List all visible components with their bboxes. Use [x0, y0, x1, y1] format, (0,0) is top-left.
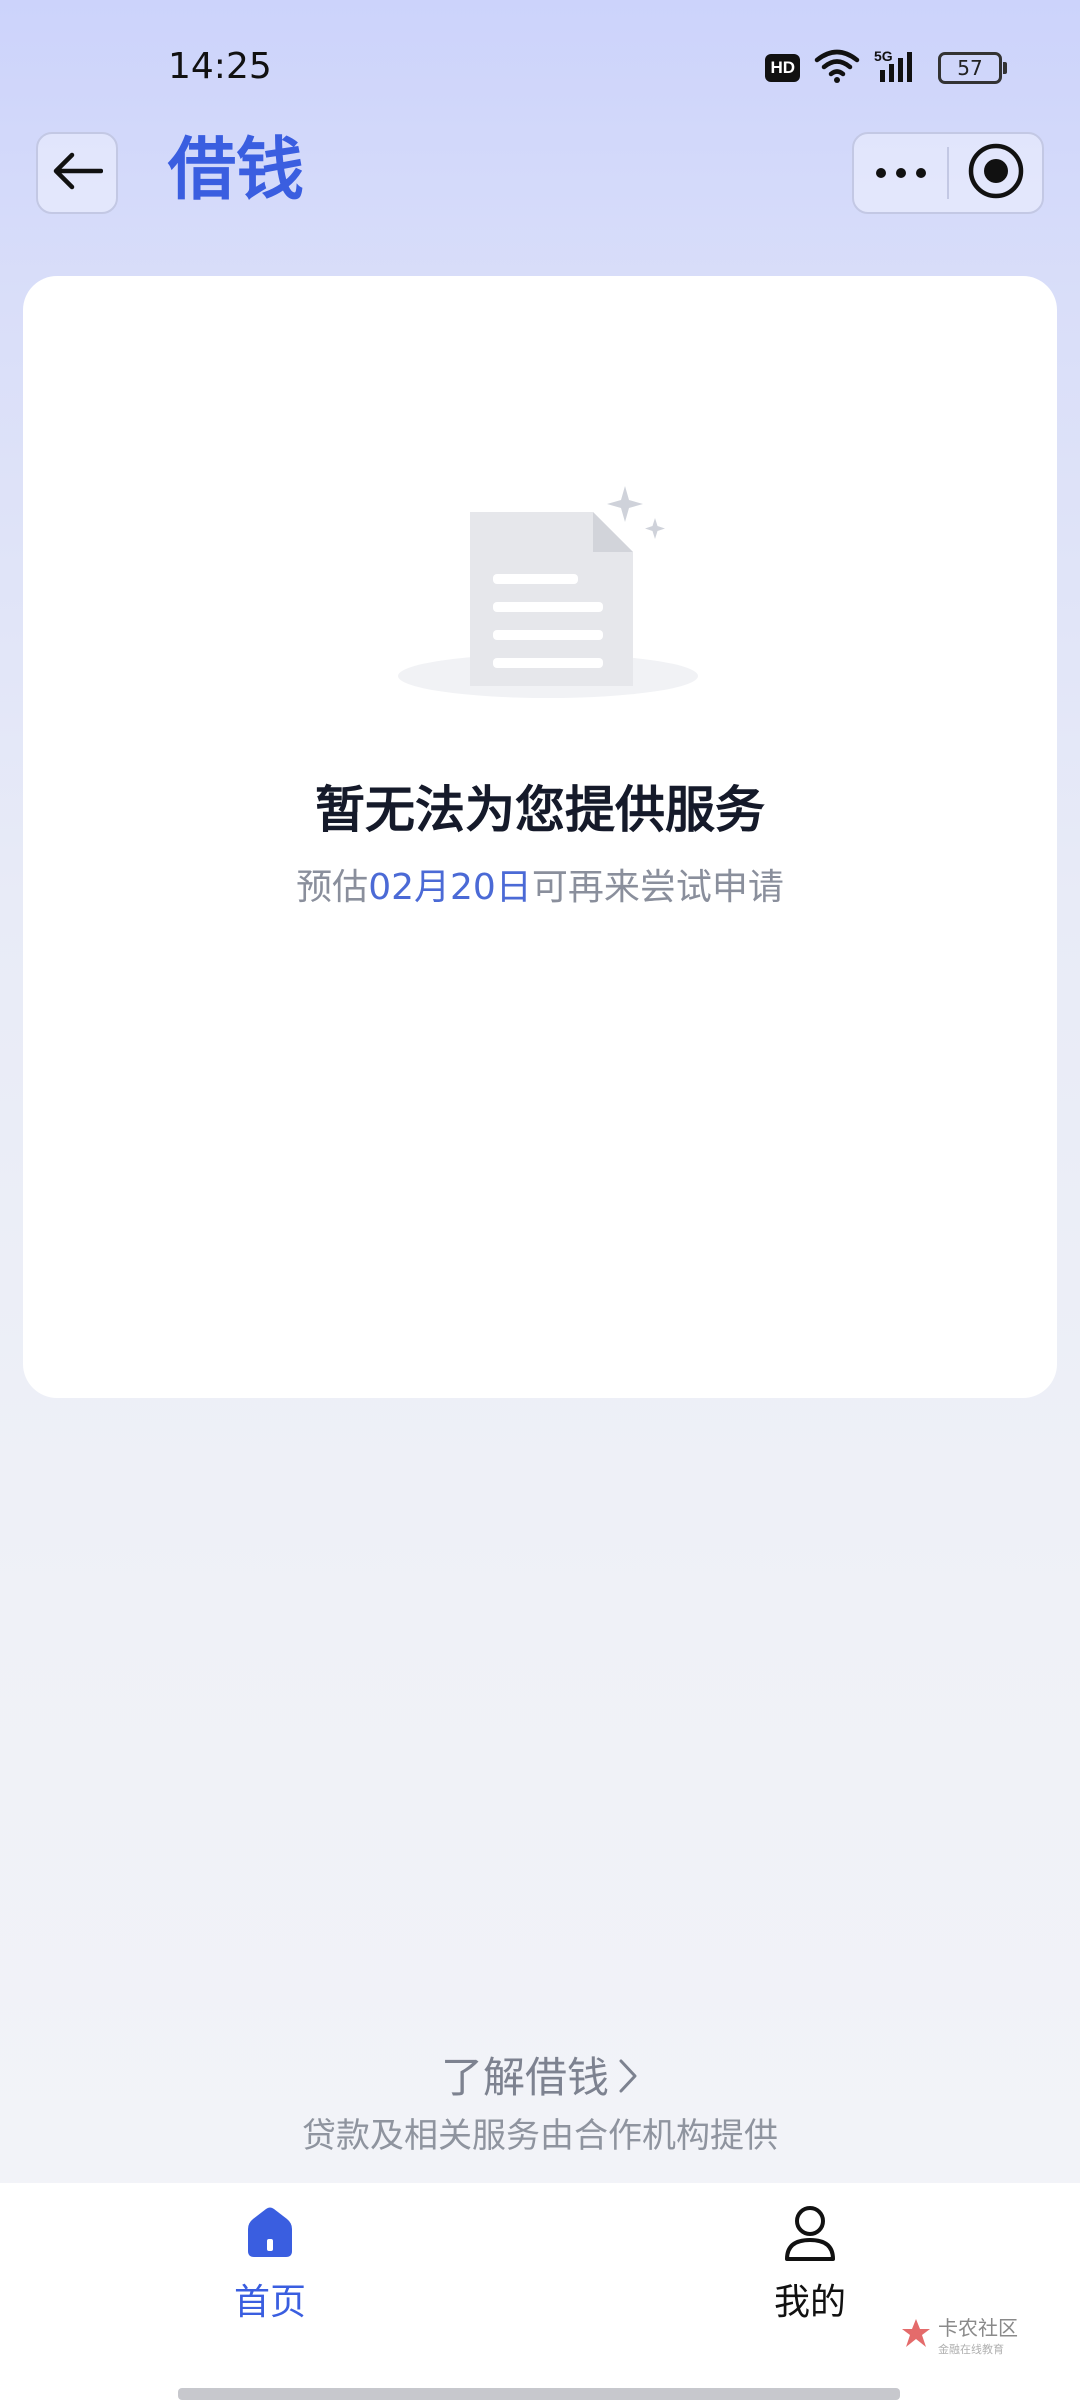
battery-level: 57 — [957, 56, 983, 80]
mini-program-capsule — [852, 132, 1044, 214]
chevron-right-icon — [617, 2056, 639, 2105]
tab-home[interactable]: 首页 — [170, 2203, 370, 2325]
target-circle-icon — [967, 142, 1025, 204]
close-mini-program-button[interactable] — [949, 134, 1042, 212]
battery-icon: 57 — [938, 52, 1007, 84]
arrow-left-icon — [51, 151, 104, 195]
hd-badge: HD — [765, 54, 800, 82]
back-button[interactable] — [36, 132, 118, 214]
more-button[interactable] — [854, 134, 947, 212]
empty-state-card: 暂无法为您提供服务 预估02月20日可再来尝试申请 — [23, 276, 1057, 1398]
subtitle-prefix: 预估 — [296, 867, 369, 908]
learn-more-label: 了解借钱 — [440, 2053, 609, 2102]
home-indicator — [178, 2388, 900, 2400]
user-icon — [780, 2206, 840, 2267]
more-dots-icon — [875, 164, 927, 183]
page-title: 借钱 — [168, 131, 305, 210]
home-icon — [240, 2207, 300, 2267]
wifi-icon — [814, 48, 860, 88]
bottom-tab-bar: 首页 我的 — [0, 2183, 1080, 2400]
learn-more-link[interactable]: 了解借钱 — [0, 2044, 1080, 2105]
subtitle-suffix: 可再来尝试申请 — [531, 867, 784, 908]
svg-text:5G: 5G — [874, 48, 893, 64]
tab-home-label: 首页 — [233, 2282, 306, 2323]
watermark-main: 卡农社区 — [938, 2316, 1018, 2340]
status-bar: 14:25 HD 5G 57 — [0, 0, 1080, 130]
empty-state-subtitle: 预估02月20日可再来尝试申请 — [23, 858, 1057, 910]
watermark: 卡农社区 金融在线教育 — [900, 2312, 1018, 2357]
watermark-sub: 金融在线教育 — [938, 2343, 1004, 2356]
empty-state-title: 暂无法为您提供服务 — [315, 781, 765, 839]
retry-date: 02月20日 — [368, 867, 532, 908]
watermark-logo-icon — [900, 2317, 932, 2353]
disclaimer-text: 贷款及相关服务由合作机构提供 — [302, 2116, 778, 2156]
status-time: 14:25 — [168, 46, 272, 87]
signal-5g-icon: 5G — [874, 48, 924, 88]
empty-document-icon — [393, 476, 713, 706]
status-icons: HD 5G 57 — [765, 48, 1007, 88]
tab-mine-label: 我的 — [773, 2282, 846, 2323]
tab-mine[interactable]: 我的 — [710, 2203, 910, 2325]
